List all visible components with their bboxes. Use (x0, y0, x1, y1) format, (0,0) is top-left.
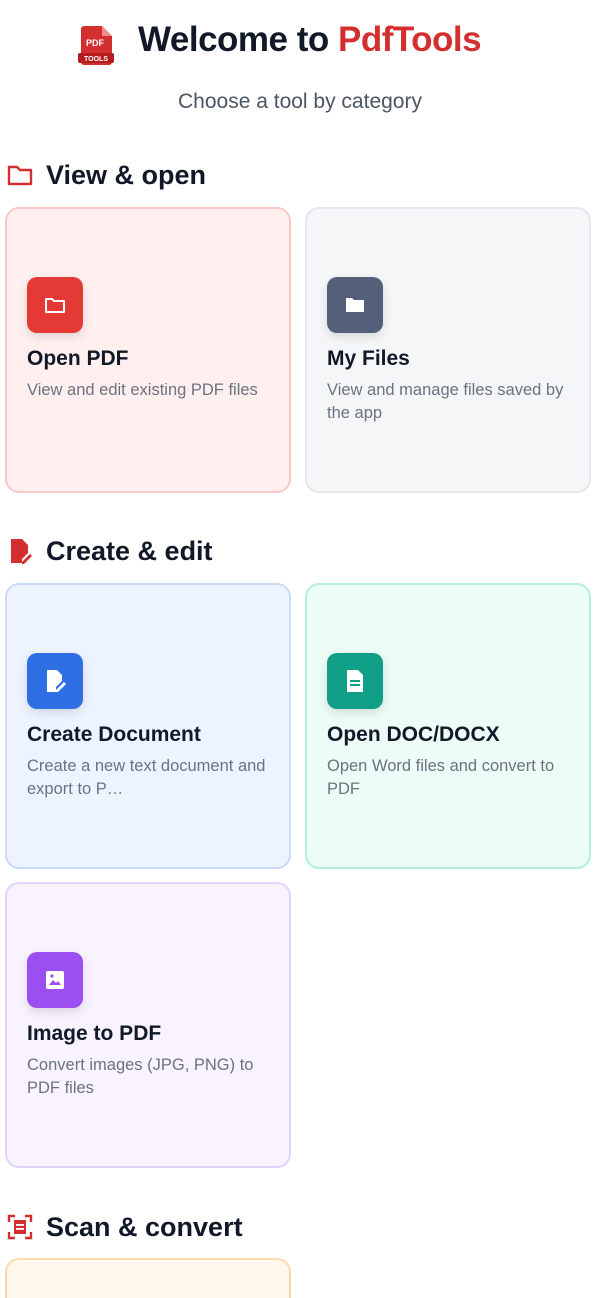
card-title: Image to PDF (27, 1022, 162, 1045)
card-description: Create a new text document and export to… (27, 757, 266, 798)
card-description: Open Word files and convert to PDF (327, 757, 555, 798)
image-icon (27, 952, 83, 1008)
welcome-title: Welcome to PdfTools (138, 20, 482, 59)
app-logo: PDF TOOLS (76, 24, 118, 68)
card-title: Open DOC/DOCX (327, 723, 500, 746)
edit-document-icon (6, 537, 34, 565)
section-scan-convert: Scan & convert (6, 1209, 243, 1245)
card-title: My Files (327, 347, 410, 370)
card-description: Convert images (JPG, PNG) to PDF files (27, 1056, 254, 1097)
section-title: View & open (46, 159, 207, 190)
folder-icon (27, 277, 83, 333)
card-description: View and manage files saved by the app (327, 381, 564, 422)
image-to-pdf-card[interactable]: Image to PDF Convert images (JPG, PNG) t… (5, 882, 291, 1168)
svg-text:TOOLS: TOOLS (84, 56, 108, 63)
section-create-edit: Create & edit (6, 533, 213, 569)
folder-outline-icon (6, 161, 34, 189)
scan-icon (6, 1213, 34, 1241)
page-subtitle: Choose a tool by category (178, 90, 422, 113)
folder-icon (327, 277, 383, 333)
scan-card-partial[interactable] (5, 1258, 291, 1298)
section-title: Create & edit (46, 535, 213, 566)
document-icon (327, 653, 383, 709)
section-title: Scan & convert (46, 1211, 243, 1242)
section-view-open: View & open (6, 157, 206, 193)
card-title: Create Document (27, 723, 201, 746)
my-files-card[interactable]: My Files View and manage files saved by … (305, 207, 591, 493)
edit-document-icon (27, 653, 83, 709)
svg-text:PDF: PDF (86, 38, 105, 48)
card-title: Open PDF (27, 347, 129, 370)
create-document-card[interactable]: Create Document Create a new text docume… (5, 583, 291, 869)
card-description: View and edit existing PDF files (27, 381, 258, 399)
brand-name: PdfTools (338, 20, 482, 59)
header: PDF TOOLS Welcome to PdfTools Choose a t… (0, 0, 600, 130)
open-pdf-card[interactable]: Open PDF View and edit existing PDF file… (5, 207, 291, 493)
open-doc-docx-card[interactable]: Open DOC/DOCX Open Word files and conver… (305, 583, 591, 869)
